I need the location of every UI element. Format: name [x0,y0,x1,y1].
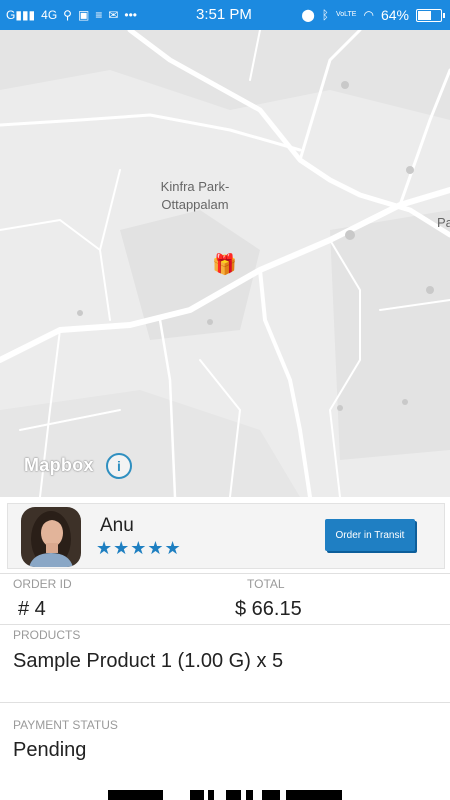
map-edge-label: Pa [437,215,450,230]
mapbox-logo: Mapbox [24,455,94,475]
mail-icon: ✉ [108,8,119,22]
order-id-label: ORDER ID [13,577,72,591]
driver-card: Anu ★★★★★ Order in Transit [7,503,445,569]
info-icon[interactable]: i [106,453,132,479]
signal-icon: G▮▮▮ [6,8,36,22]
rating-stars: ★★★★★ [96,538,182,558]
payment-status-label: PAYMENT STATUS [13,718,118,732]
map-place-label-line2: Ottappalam [161,197,229,212]
database-icon: ≡ [95,8,103,22]
order-id-value: # 4 [18,598,46,620]
gift-icon[interactable]: 🎁 [212,252,237,277]
payment-status-value: Pending [13,739,87,761]
clock: 3:51 PM [196,6,252,23]
map-place-label: Kinfra Park- Ottappalam [150,178,240,214]
divider [0,702,450,703]
map-place-label-line1: Kinfra Park- [160,179,230,194]
more-icon: ••• [124,8,137,22]
status-bar-left: G▮▮▮ 4G ⚲ ▣ ≡ ✉ ••• [6,0,137,30]
products-label: PRODUCTS [13,628,81,642]
products-value: Sample Product 1 (1.00 G) x 5 [13,650,284,672]
divider [0,624,450,625]
battery-icon [416,8,445,22]
status-bar-right: ⬤ ᛒ VoLTE ◠ 64% [301,0,445,30]
sim-icon: ▣ [77,8,90,22]
bluetooth-icon: ᛒ [321,8,329,22]
status-bar: G▮▮▮ 4G ⚲ ▣ ≡ ✉ ••• 3:51 PM ⬤ ᛒ VoLTE ◠ … [0,0,450,30]
location-icon: ⬤ [301,8,315,22]
wifi-icon: ◠ [363,8,374,22]
usb-icon: ⚲ [63,8,72,22]
divider [0,573,450,574]
total-value: $ 66.15 [235,598,302,620]
driver-name: Anu [100,515,134,536]
volte-badge: VoLTE [335,11,357,18]
order-in-transit-button[interactable]: Order in Transit [325,519,415,551]
battery-percent: 64% [380,7,409,23]
avatar [21,507,81,567]
map-view[interactable]: Kinfra Park- Ottappalam Pa 🎁 Mapbox i [0,30,450,497]
total-label: TOTAL [247,577,285,591]
network-type: 4G [41,8,58,22]
barcode [108,790,342,800]
